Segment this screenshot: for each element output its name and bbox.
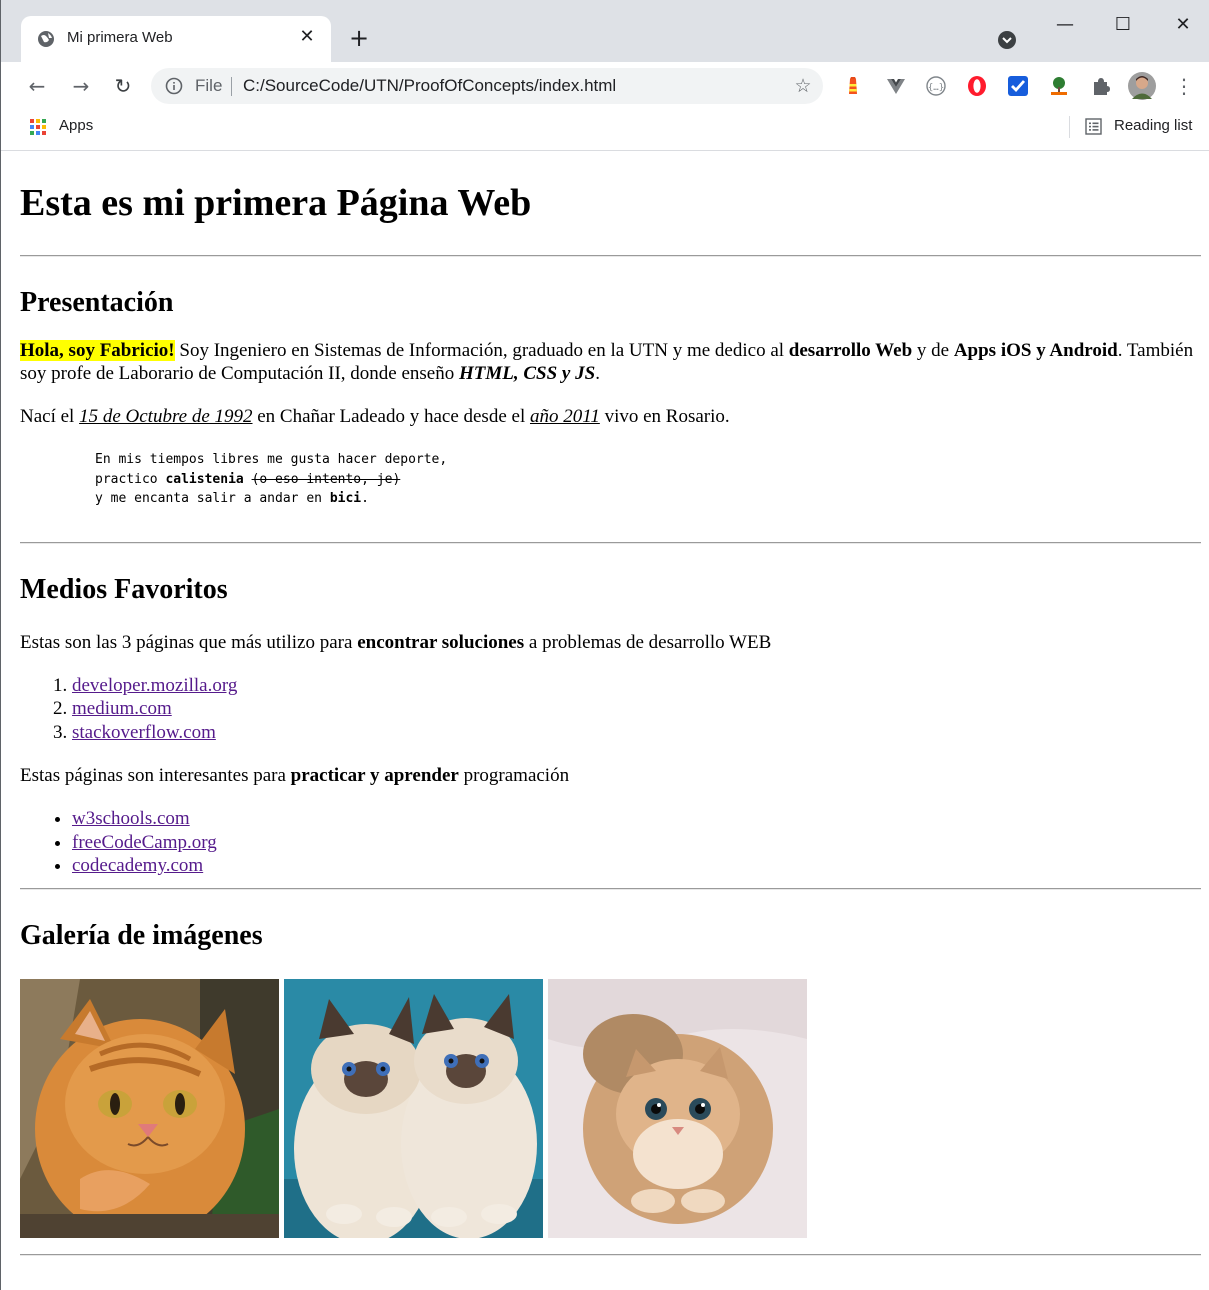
birth-paragraph: Nací el 15 de Octubre de 1992 en Chañar … [20, 405, 1201, 428]
bold-text: encontrar soluciones [357, 631, 525, 653]
extensions-puzzle-icon[interactable] [1090, 75, 1112, 97]
page-content: Esta es mi primera Página Web Presentaci… [1, 181, 1209, 1256]
apps-bookmark[interactable]: Apps [59, 117, 93, 134]
text-run: vivo en Rosario. [599, 406, 730, 427]
list-item: w3schools.com [72, 807, 1201, 831]
text-run: y de [912, 340, 954, 361]
address-bar[interactable]: File C:/SourceCode/UTN/ProofOfConcepts/i… [151, 68, 823, 104]
media-intro: Estas son las 3 páginas que más utilizo … [20, 631, 1201, 654]
pre-text: y me encanta salir a andar en [95, 491, 330, 506]
url-scheme: File [195, 76, 223, 95]
link-codecademy[interactable]: codecademy.com [72, 855, 203, 876]
pre-text: . [361, 491, 369, 506]
svg-text:{…}: {…} [928, 83, 944, 93]
back-button[interactable]: ← [23, 72, 51, 100]
list-item: developer.mozilla.org [72, 674, 1201, 698]
presentation-paragraph: Hola, soy Fabricio! Soy Ingeniero en Sis… [20, 339, 1201, 385]
list-item: medium.com [72, 697, 1201, 721]
bookmark-star-icon[interactable]: ☆ [791, 74, 815, 98]
json-viewer-icon[interactable]: {…} [925, 75, 947, 97]
tab-title: Mi primera Web [67, 29, 173, 46]
birth-date: 15 de Octubre de 1992 [79, 406, 253, 427]
greeting-highlight: Hola, soy Fabricio! [20, 340, 175, 361]
vue-devtools-icon[interactable] [885, 75, 907, 97]
link-w3schools[interactable]: w3schools.com [72, 808, 190, 829]
opera-icon[interactable] [966, 75, 988, 97]
pre-text: practico [95, 471, 166, 487]
divider [20, 255, 1201, 257]
himalayan-kittens-image [284, 978, 543, 1238]
close-window-button[interactable]: ✕ [1163, 10, 1203, 40]
practice-sites-list: w3schools.com freeCodeCamp.org codecadem… [20, 807, 1201, 878]
divider [20, 541, 1201, 544]
lighthouse-icon[interactable] [842, 75, 864, 97]
orange-kitten-image [20, 978, 279, 1238]
url-text[interactable]: C:/SourceCode/UTN/ProofOfConcepts/index.… [243, 76, 616, 96]
favorite-sites-list: developer.mozilla.org medium.com stackov… [20, 674, 1201, 745]
link-medium[interactable]: medium.com [72, 698, 172, 719]
practice-intro: Estas páginas son interesantes para prac… [20, 764, 1201, 787]
text-run: Estas páginas son interesantes para [20, 765, 291, 786]
reading-list-button[interactable]: Reading list [1114, 117, 1192, 134]
hobbies-preformatted: En mis tiempos libres me gusta hacer dep… [20, 450, 1201, 509]
bitwarden-icon[interactable] [1007, 75, 1029, 97]
browser-window: Mi primera Web ✕ + — ☐ ✕ ← → ↻ File C:/S… [0, 0, 1209, 1290]
browser-menu-icon[interactable]: ⋮ [1173, 72, 1195, 100]
new-tab-button[interactable]: + [347, 26, 371, 50]
toolbar: ← → ↻ File C:/SourceCode/UTN/ProofOfConc… [1, 62, 1209, 110]
text-run: en Chañar Ladeado y hace desde el [252, 406, 530, 427]
link-stackoverflow[interactable]: stackoverflow.com [72, 722, 216, 743]
reading-list-icon[interactable] [1085, 118, 1102, 135]
bold-text: practicar y aprender [290, 765, 459, 786]
pre-line: En mis tiempos libres me gusta hacer dep… [95, 452, 448, 467]
bold-text: Apps iOS y Android [953, 340, 1118, 361]
divider [20, 887, 1201, 890]
apps-grid-icon[interactable] [29, 118, 47, 136]
tab-active[interactable]: Mi primera Web ✕ [21, 16, 331, 62]
pre-strikethrough: (o eso intento, je) [251, 471, 401, 487]
year-text: año 2011 [529, 406, 600, 427]
golden-cat-image [548, 978, 807, 1238]
gallery-heading: Galería de imágenes [20, 919, 263, 951]
globe-icon [38, 31, 54, 47]
tab-search-icon[interactable] [997, 30, 1017, 50]
pre-text [244, 472, 252, 487]
bold-text: desarrollo Web [788, 340, 913, 361]
forward-button[interactable]: → [67, 72, 95, 100]
title-bar: Mi primera Web ✕ + — ☐ ✕ [1, 0, 1209, 62]
info-icon[interactable] [165, 77, 183, 95]
tree-icon[interactable] [1048, 75, 1070, 97]
page-title: Esta es mi primera Página Web [20, 182, 532, 224]
tab-close-icon[interactable]: ✕ [295, 25, 319, 49]
bookmarks-separator [1069, 116, 1070, 138]
pre-bold: bici [329, 491, 362, 506]
address-separator [231, 77, 232, 96]
minimize-button[interactable]: — [1045, 10, 1085, 40]
pre-bold: calistenia [165, 471, 244, 487]
presentation-heading: Presentación [20, 287, 174, 318]
list-item: codecademy.com [72, 854, 1201, 878]
text-run: . [595, 363, 600, 384]
bookmarks-bar: Apps Reading list [1, 110, 1209, 151]
maximize-button[interactable]: ☐ [1103, 10, 1143, 40]
text-run: programación [458, 765, 570, 786]
avatar[interactable] [1128, 72, 1156, 100]
text-run: Nací el [20, 406, 80, 427]
text-run: Estas son las 3 páginas que más utilizo … [20, 631, 358, 653]
page-viewport: Esta es mi primera Página Web Presentaci… [1, 151, 1209, 1290]
list-item: stackoverflow.com [72, 721, 1201, 745]
link-mdn[interactable]: developer.mozilla.org [72, 675, 237, 696]
link-freecodecamp[interactable]: freeCodeCamp.org [72, 832, 217, 853]
bold-italic-text: HTML, CSS y JS [458, 363, 596, 384]
text-run: Soy Ingeniero en Sistemas de Información… [174, 340, 789, 361]
text-run: a problemas de desarrollo WEB [524, 631, 772, 653]
list-item: freeCodeCamp.org [72, 831, 1201, 855]
divider [20, 1253, 1201, 1256]
image-gallery [20, 978, 1201, 1238]
media-heading: Medios Favoritos [20, 573, 228, 605]
reload-button[interactable]: ↻ [109, 72, 137, 100]
